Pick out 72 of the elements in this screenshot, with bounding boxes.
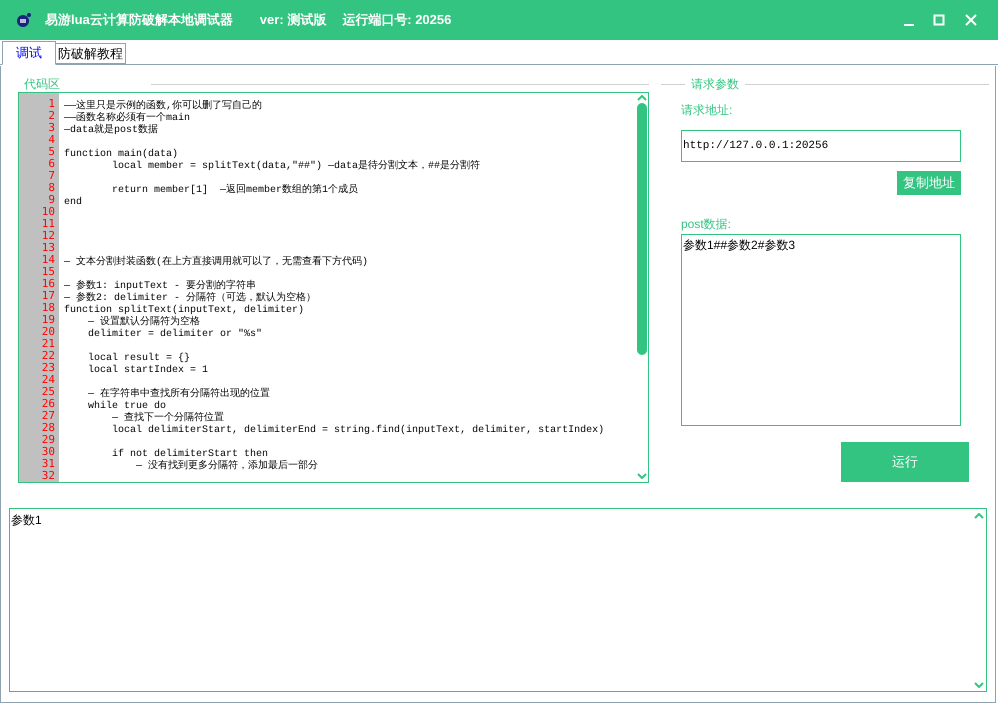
code-line: — 参数1: inputText - 要分割的字符串 (64, 281, 256, 292)
code-line: delimiter = delimiter or "%s" (87, 329, 262, 340)
url-label: 请求地址: (681, 102, 734, 119)
line-number: 28 (42, 422, 56, 434)
code-line: local member = splitText(data,"##") —data是待分割文本，##是分割符 (111, 161, 480, 172)
code-line: function main(data) (64, 149, 178, 160)
line-number: 22 (42, 350, 56, 362)
code-line: — 在字符串中查找所有分隔符出现的位置 (87, 389, 270, 400)
line-number: 21 (42, 338, 56, 350)
line-number: 19 (42, 314, 56, 326)
code-line: — 文本分割封装函数(在上方直接调用就可以了，无需查看下方代码) (64, 257, 368, 268)
minimize-icon (904, 24, 914, 26)
code-line: ——函数名称必须有一个main (64, 113, 190, 124)
line-number: 9 (48, 194, 56, 206)
line-number: 32 (42, 470, 56, 482)
line-number: 24 (42, 374, 56, 386)
line-number: 23 (42, 362, 56, 374)
scroll-up-icon (974, 513, 984, 519)
section-title: 请求参数 (691, 76, 739, 93)
code-line: — 参数2: delimiter - 分隔符（可选，默认为空格） (64, 293, 316, 304)
app-logo-icon (16, 12, 32, 28)
code-line: local result = {} (87, 353, 190, 364)
line-number: 16 (42, 278, 56, 290)
line-number: 18 (42, 302, 56, 314)
line-number: 6 (48, 158, 56, 170)
line-number: 27 (42, 410, 56, 422)
line-number: 25 (42, 386, 56, 398)
tab[interactable]: 调试 (2, 41, 56, 65)
code-line: —data就是post数据 (64, 125, 158, 136)
line-number: 5 (48, 146, 56, 158)
code-line: return member[1] —返回member数组的第1个成员 (111, 185, 358, 196)
line-number: 4 (48, 134, 56, 146)
code-line: local startIndex = 1 (87, 365, 208, 376)
code-line: while true do (87, 401, 166, 412)
line-number: 20 (42, 326, 56, 338)
line-number: 30 (42, 446, 56, 458)
line-number: 11 (42, 218, 56, 230)
line-number: 31 (42, 458, 56, 470)
code-line: — 没有找到更多分隔符，添加最后一部分 (135, 461, 318, 472)
post-data-label: post数据: (681, 216, 732, 233)
code-line: — 设置默认分隔符为空格 (87, 317, 200, 328)
scrollbar-thumb[interactable] (637, 103, 647, 355)
line-number: 29 (42, 434, 56, 446)
line-number: 3 (48, 122, 56, 134)
line-number: 13 (42, 242, 56, 254)
line-number: 10 (42, 206, 56, 218)
code-line: end (64, 197, 82, 208)
line-number: 12 (42, 230, 56, 242)
scrollbar[interactable] (636, 93, 648, 482)
code-line: function splitText(inputText, delimiter) (64, 305, 304, 316)
line-number: 17 (42, 290, 56, 302)
tab[interactable]: 防破解教程 (56, 43, 126, 64)
line-number: 8 (48, 182, 56, 194)
url-field[interactable]: http://127.0.0.1:20256 (681, 130, 961, 162)
close-icon (965, 14, 977, 26)
window-title: 易游lua云计算防破解本地调试器 (45, 11, 233, 30)
code-line: ——这里只是示例的函数,你可以删了写自己的 (64, 101, 262, 112)
line-number: 1 (48, 98, 56, 110)
version-label: ver: 测试版 (260, 11, 326, 30)
code-line: if not delimiterStart then (111, 449, 268, 460)
line-number: 14 (42, 254, 56, 266)
scroll-down-icon (974, 682, 984, 688)
line-number: 15 (42, 266, 56, 278)
line-number: 7 (48, 170, 56, 182)
port-label: 运行端口号: 20256 (342, 11, 452, 30)
post-data-field[interactable]: 参数1##参数2#参数3 (681, 234, 961, 426)
line-number: 2 (48, 110, 56, 122)
line-number: 26 (42, 398, 56, 410)
output-field[interactable]: 参数1 (9, 508, 987, 692)
code-line: local delimiterStart, delimiterEnd = string.find(inputText, delimiter, startIndex) (111, 425, 604, 436)
code-line: — 查找下一个分隔符位置 (111, 413, 224, 424)
maximize-icon (933, 14, 945, 26)
